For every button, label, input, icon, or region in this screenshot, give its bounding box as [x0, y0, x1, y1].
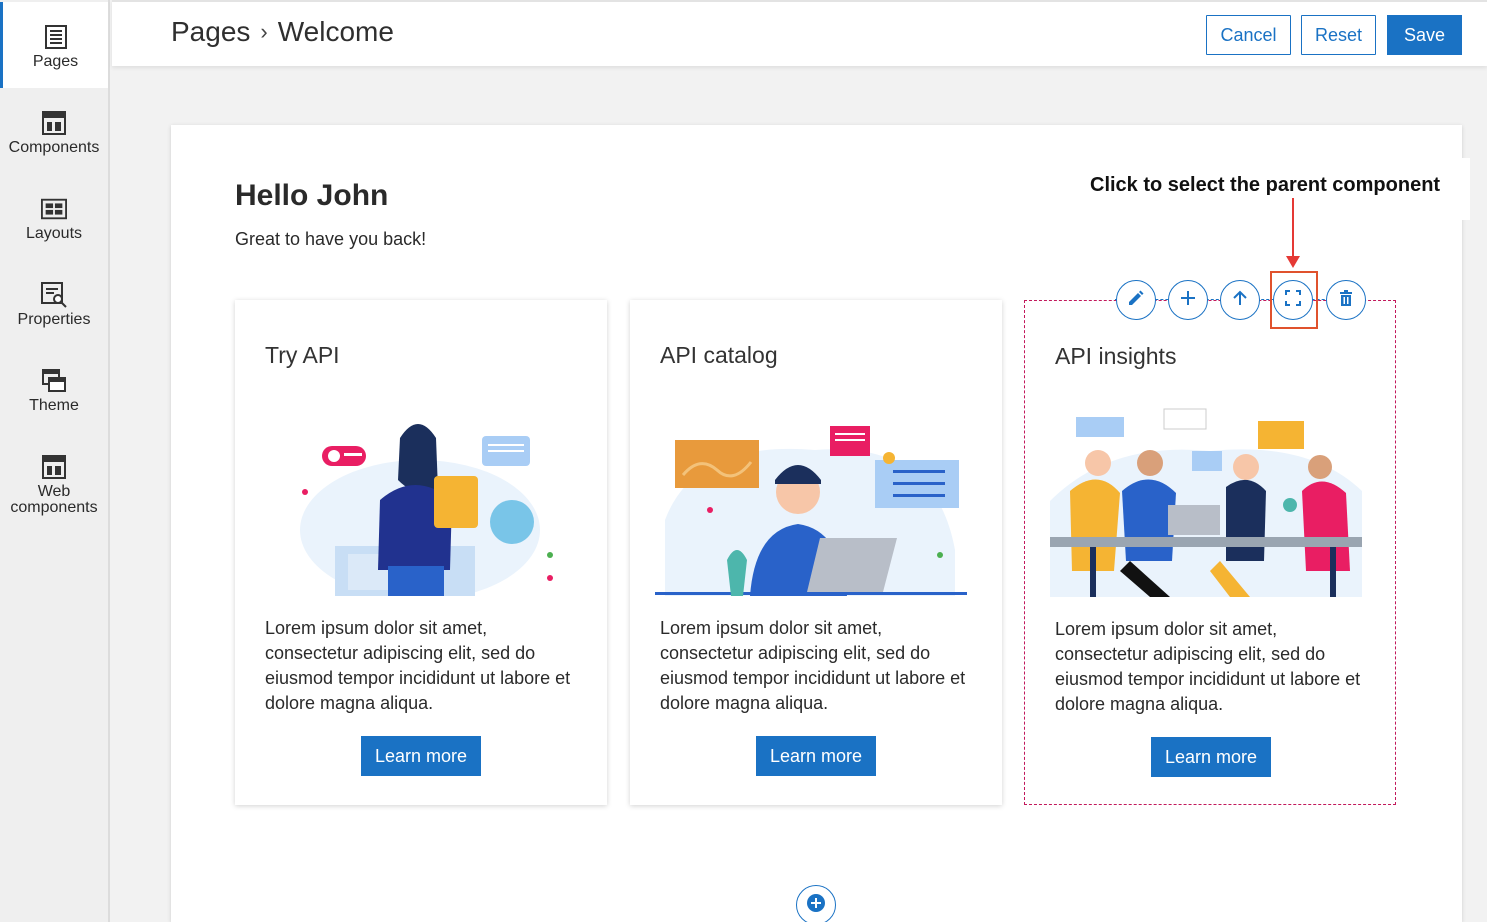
- api-catalog-illustration: [655, 426, 967, 596]
- sidebar-item-label: Theme: [29, 397, 79, 414]
- card-description: Lorem ipsum dolor sit amet, consectetur …: [1055, 619, 1361, 714]
- theme-icon: [41, 368, 67, 394]
- card-title: Try API: [265, 342, 340, 368]
- card-description: Lorem ipsum dolor sit amet, consectetur …: [265, 618, 571, 713]
- breadcrumb-current: Welcome: [277, 16, 394, 47]
- sidebar-item-web-components[interactable]: Web components: [0, 432, 108, 518]
- card-description: Lorem ipsum dolor sit amet, consectetur …: [660, 618, 966, 713]
- card-api-catalog[interactable]: API catalog Lorem ipsum dolor sit amet, …: [630, 300, 1002, 805]
- sidebar-item-components[interactable]: Components: [0, 88, 108, 174]
- web-components-icon: [41, 454, 67, 480]
- card-api-insights[interactable]: API insights Lorem ipsum dolor sit amet,…: [1024, 300, 1396, 805]
- properties-icon: [41, 282, 67, 308]
- learn-more-button[interactable]: Learn more: [1151, 737, 1271, 777]
- edit-icon: [1127, 289, 1145, 312]
- annotation-callout: Click to select the parent component: [1080, 158, 1470, 220]
- sidebar-item-theme[interactable]: Theme: [0, 346, 108, 432]
- app: Pages Components Layouts Properties Them…: [0, 0, 1487, 922]
- components-icon: [41, 110, 67, 136]
- trash-icon: [1337, 289, 1355, 312]
- sidebar-item-label: Properties: [17, 311, 91, 328]
- try-api-illustration: [300, 424, 553, 596]
- sidebar-item-layouts[interactable]: Layouts: [0, 174, 108, 260]
- edit-button[interactable]: [1116, 280, 1156, 320]
- reset-button[interactable]: Reset: [1301, 15, 1376, 55]
- breadcrumb-root[interactable]: Pages: [171, 16, 250, 48]
- page-heading[interactable]: Hello John: [235, 179, 388, 213]
- breadcrumb: Pages › Welcome: [171, 16, 394, 48]
- sidebar-item-pages[interactable]: Pages: [0, 2, 108, 88]
- sidebar-item-properties[interactable]: Properties: [0, 260, 108, 346]
- add-icon: [1179, 289, 1197, 312]
- arrow-up-icon: [1231, 289, 1249, 312]
- card-title: API insights: [1055, 343, 1177, 369]
- chevron-right-icon: ›: [260, 19, 268, 44]
- page-subheading[interactable]: Great to have you back!: [235, 229, 426, 250]
- sidebar: Pages Components Layouts Properties Them…: [0, 0, 110, 922]
- learn-more-button[interactable]: Learn more: [756, 736, 876, 776]
- learn-more-button[interactable]: Learn more: [361, 736, 481, 776]
- sidebar-item-label: Layouts: [25, 225, 83, 242]
- plus-circle-icon: [806, 893, 826, 918]
- cancel-button[interactable]: Cancel: [1206, 15, 1291, 55]
- sidebar-item-label: Web components: [10, 483, 98, 516]
- card-title: API catalog: [660, 342, 778, 368]
- pages-icon: [43, 24, 69, 50]
- card-try-api[interactable]: Try API Lorem ipsum dolor sit amet, cons…: [235, 300, 607, 805]
- delete-button[interactable]: [1326, 280, 1366, 320]
- save-button[interactable]: Save: [1387, 15, 1462, 55]
- highlight-box: [1270, 271, 1318, 329]
- add-component-button[interactable]: [1168, 280, 1208, 320]
- api-insights-illustration: [1050, 408, 1362, 597]
- annotation-arrow: [1292, 198, 1294, 258]
- sidebar-item-label: Pages: [32, 53, 79, 70]
- sidebar-item-label: Components: [8, 139, 100, 156]
- move-up-button[interactable]: [1220, 280, 1260, 320]
- layouts-icon: [41, 196, 67, 222]
- annotation-arrowhead: [1286, 256, 1300, 268]
- top-bar: Pages › Welcome Cancel Reset Save: [112, 0, 1487, 66]
- page-canvas: Hello John Great to have you back! Try A…: [171, 125, 1470, 922]
- add-section-button[interactable]: [796, 885, 836, 922]
